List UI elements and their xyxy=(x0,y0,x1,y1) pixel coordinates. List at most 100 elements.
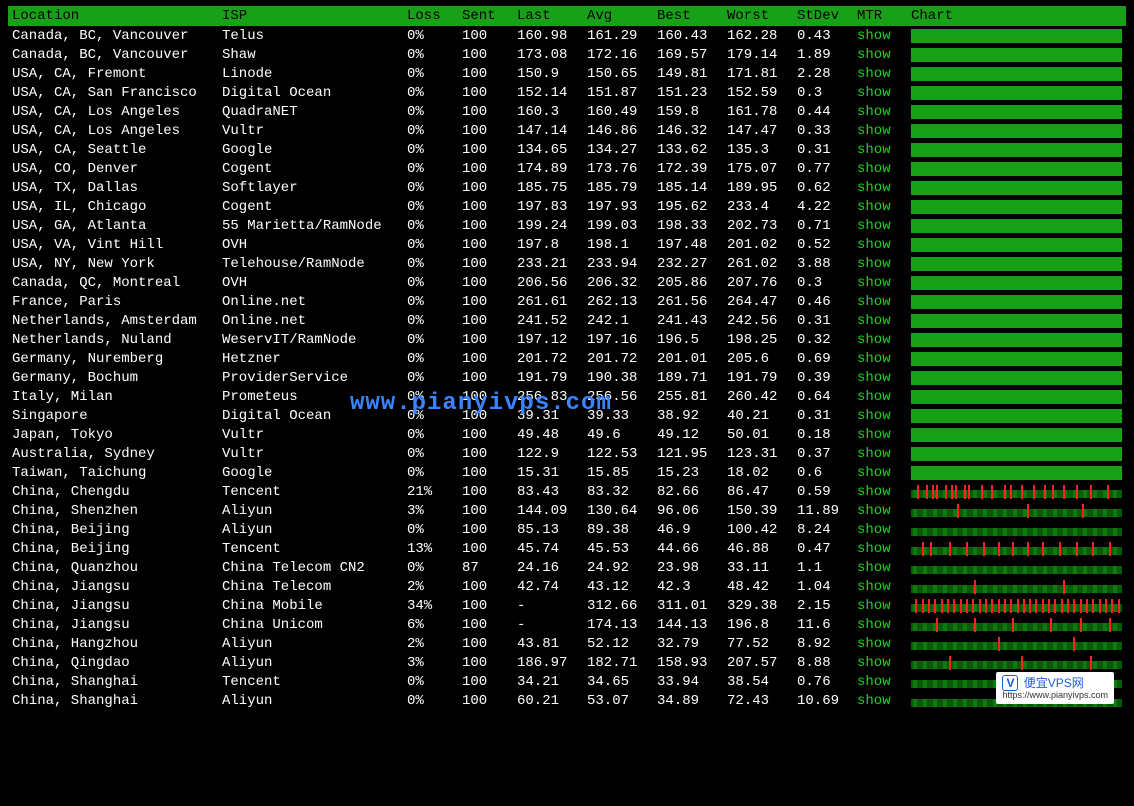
cell-avg: 150.65 xyxy=(583,64,653,83)
header-isp[interactable]: ISP xyxy=(218,6,403,26)
mtr-show-link[interactable]: show xyxy=(857,199,891,215)
mtr-show-link[interactable]: show xyxy=(857,161,891,177)
packet-loss-mark xyxy=(1017,599,1019,613)
mtr-show-link[interactable]: show xyxy=(857,218,891,234)
packet-loss-mark xyxy=(934,599,936,613)
mtr-show-link[interactable]: show xyxy=(857,351,891,367)
cell-mtr: show xyxy=(853,444,907,463)
cell-worst: 46.88 xyxy=(723,539,793,558)
cell-loss: 0% xyxy=(403,140,458,159)
mtr-show-link[interactable]: show xyxy=(857,617,891,633)
packet-loss-mark xyxy=(1076,485,1078,499)
mtr-show-link[interactable]: show xyxy=(857,655,891,671)
mtr-show-link[interactable]: show xyxy=(857,66,891,82)
mtr-show-link[interactable]: show xyxy=(857,332,891,348)
cell-chart xyxy=(907,558,1126,577)
mtr-show-link[interactable]: show xyxy=(857,142,891,158)
cell-location: USA, CA, Fremont xyxy=(8,64,218,83)
cell-chart xyxy=(907,121,1126,140)
table-row: USA, CA, San FranciscoDigital Ocean0%100… xyxy=(8,83,1126,102)
table-row: China, HangzhouAliyun2%10043.8152.1232.7… xyxy=(8,634,1126,653)
header-loss[interactable]: Loss xyxy=(403,6,458,26)
table-row: USA, NY, New YorkTelehouse/RamNode0%1002… xyxy=(8,254,1126,273)
cell-last: 173.08 xyxy=(513,45,583,64)
packet-loss-mark xyxy=(1033,485,1035,499)
mtr-show-link[interactable]: show xyxy=(857,541,891,557)
header-last[interactable]: Last xyxy=(513,6,583,26)
cell-loss: 2% xyxy=(403,634,458,653)
header-mtr[interactable]: MTR xyxy=(853,6,907,26)
cell-sent: 100 xyxy=(458,653,513,672)
mtr-show-link[interactable]: show xyxy=(857,408,891,424)
mtr-show-link[interactable]: show xyxy=(857,636,891,652)
header-avg[interactable]: Avg xyxy=(583,6,653,26)
header-chart[interactable]: Chart xyxy=(907,6,1126,26)
mtr-show-link[interactable]: show xyxy=(857,275,891,291)
packet-loss-mark xyxy=(1063,580,1065,594)
mtr-show-link[interactable]: show xyxy=(857,560,891,576)
header-sent[interactable]: Sent xyxy=(458,6,513,26)
cell-sent: 100 xyxy=(458,273,513,292)
mtr-show-link[interactable]: show xyxy=(857,123,891,139)
cell-stdev: 0.31 xyxy=(793,311,853,330)
mtr-show-link[interactable]: show xyxy=(857,28,891,44)
mtr-show-link[interactable]: show xyxy=(857,389,891,405)
mtr-show-link[interactable]: show xyxy=(857,503,891,519)
packet-loss-mark xyxy=(936,618,938,632)
latency-chart xyxy=(911,542,1122,556)
mtr-show-link[interactable]: show xyxy=(857,427,891,443)
cell-last: 185.75 xyxy=(513,178,583,197)
cell-sent: 100 xyxy=(458,615,513,634)
chart-bar xyxy=(911,48,1122,62)
mtr-show-link[interactable]: show xyxy=(857,674,891,690)
cell-best: 23.98 xyxy=(653,558,723,577)
cell-chart xyxy=(907,463,1126,482)
table-row: USA, TX, DallasSoftlayer0%100185.75185.7… xyxy=(8,178,1126,197)
cell-sent: 100 xyxy=(458,102,513,121)
cell-last: 160.3 xyxy=(513,102,583,121)
mtr-show-link[interactable]: show xyxy=(857,693,891,709)
mtr-show-link[interactable]: show xyxy=(857,465,891,481)
cell-best: 232.27 xyxy=(653,254,723,273)
chart-bar xyxy=(911,219,1122,233)
header-location[interactable]: Location xyxy=(8,6,218,26)
packet-loss-mark xyxy=(947,599,949,613)
latency-chart xyxy=(911,257,1122,271)
cell-isp: Telus xyxy=(218,26,403,45)
header-best[interactable]: Best xyxy=(653,6,723,26)
packet-loss-mark xyxy=(945,485,947,499)
mtr-show-link[interactable]: show xyxy=(857,579,891,595)
mtr-show-link[interactable]: show xyxy=(857,256,891,272)
mtr-show-link[interactable]: show xyxy=(857,85,891,101)
mtr-show-link[interactable]: show xyxy=(857,237,891,253)
latency-chart xyxy=(911,105,1122,119)
chart-bar xyxy=(911,352,1122,366)
packet-loss-mark xyxy=(1023,599,1025,613)
packet-loss-mark xyxy=(1035,599,1037,613)
mtr-show-link[interactable]: show xyxy=(857,446,891,462)
cell-mtr: show xyxy=(853,349,907,368)
cell-best: 32.79 xyxy=(653,634,723,653)
latency-chart xyxy=(911,371,1122,385)
mtr-show-link[interactable]: show xyxy=(857,522,891,538)
packet-loss-mark xyxy=(1052,485,1054,499)
cell-stdev: 8.24 xyxy=(793,520,853,539)
mtr-show-link[interactable]: show xyxy=(857,180,891,196)
mtr-show-link[interactable]: show xyxy=(857,598,891,614)
mtr-show-link[interactable]: show xyxy=(857,313,891,329)
mtr-show-link[interactable]: show xyxy=(857,370,891,386)
mtr-show-link[interactable]: show xyxy=(857,47,891,63)
mtr-show-link[interactable]: show xyxy=(857,484,891,500)
packet-loss-mark xyxy=(972,599,974,613)
header-stdev[interactable]: StDev xyxy=(793,6,853,26)
header-worst[interactable]: Worst xyxy=(723,6,793,26)
cell-mtr: show xyxy=(853,102,907,121)
cell-worst: 72.43 xyxy=(723,691,793,710)
cell-sent: 100 xyxy=(458,349,513,368)
mtr-show-link[interactable]: show xyxy=(857,104,891,120)
chart-bar xyxy=(911,200,1122,214)
table-row: Taiwan, TaichungGoogle0%10015.3115.8515.… xyxy=(8,463,1126,482)
packet-loss-mark xyxy=(1067,599,1069,613)
cell-last: 201.72 xyxy=(513,349,583,368)
mtr-show-link[interactable]: show xyxy=(857,294,891,310)
